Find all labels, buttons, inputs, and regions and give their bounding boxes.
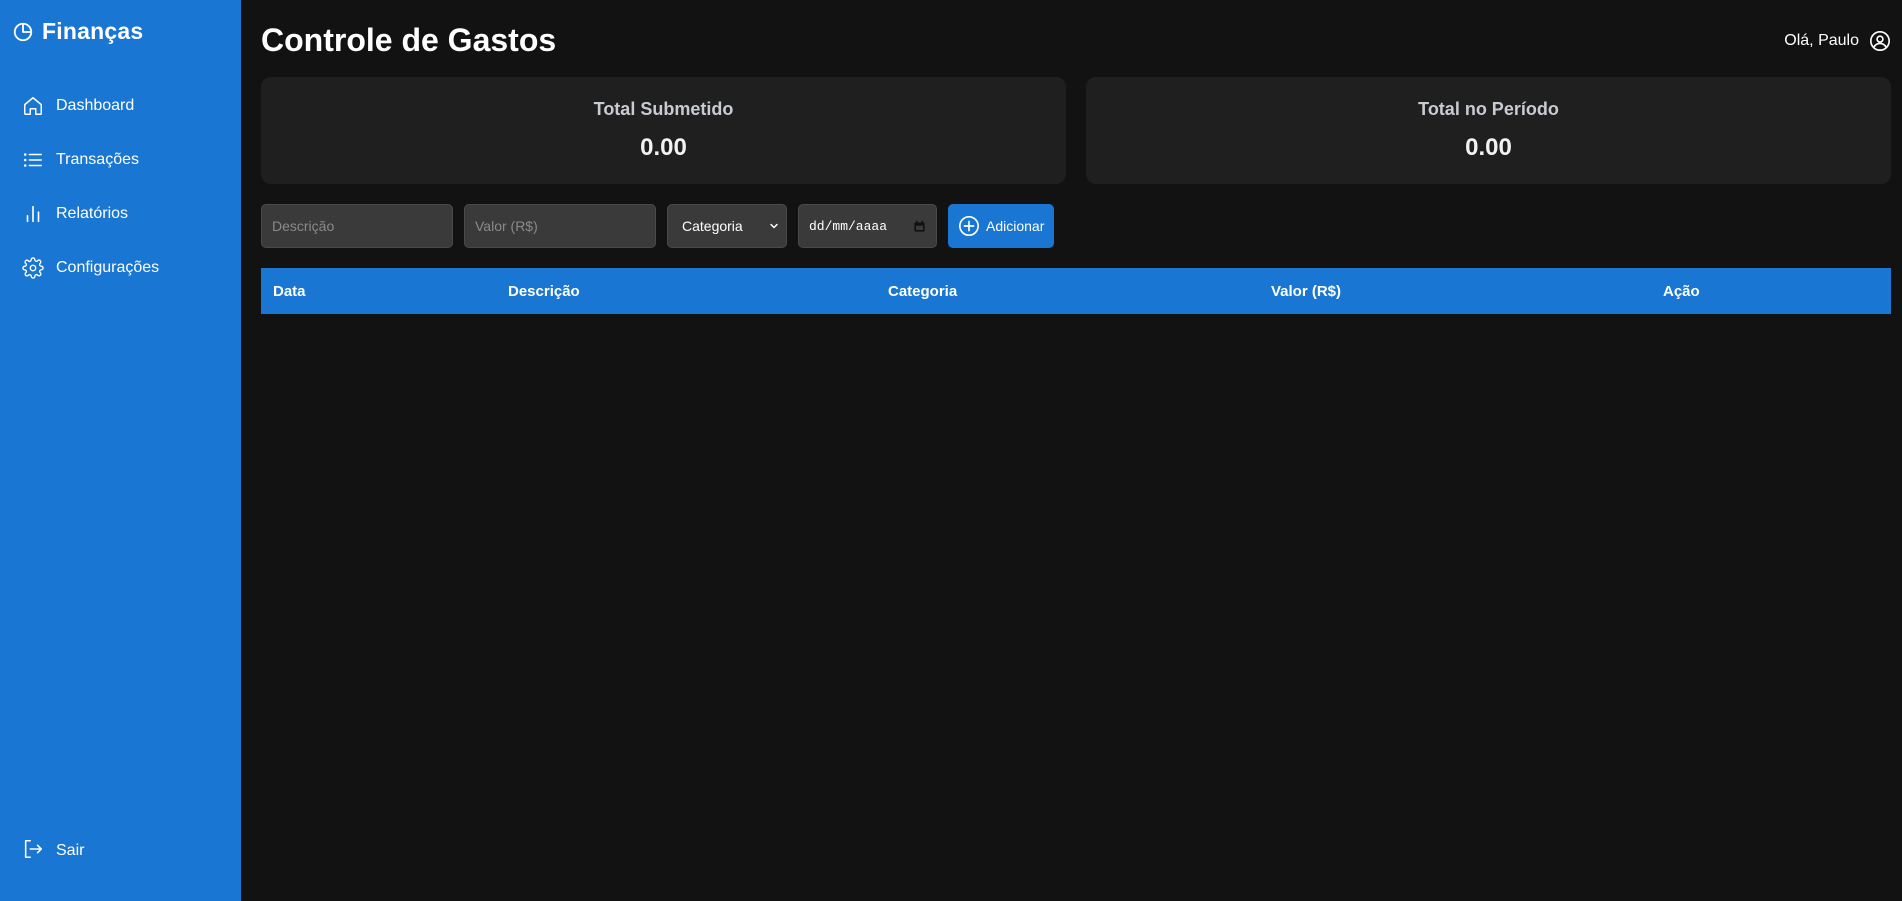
bar-chart-icon bbox=[22, 203, 44, 225]
date-input[interactable]: dd/mm/aaaa bbox=[798, 204, 937, 248]
main-content: Controle de Gastos Olá, Paulo Total Subm… bbox=[241, 0, 1902, 901]
sidebar-item-relatorios[interactable]: Relatórios bbox=[0, 187, 241, 241]
logout-label: Sair bbox=[56, 842, 85, 859]
brand: Finanças bbox=[0, 18, 241, 45]
sidebar-item-configuracoes[interactable]: Configurações bbox=[0, 241, 241, 295]
chevron-down-icon bbox=[768, 220, 780, 232]
column-header-categoria[interactable]: Categoria bbox=[876, 283, 1259, 300]
sidebar-item-label: Relatórios bbox=[56, 205, 129, 222]
column-header-data[interactable]: Data bbox=[261, 283, 496, 300]
summary-cards: Total Submetido 0.00 Total no Período 0.… bbox=[261, 77, 1891, 184]
transactions-table: Data Descrição Categoria Valor (R$) Ação bbox=[261, 268, 1891, 314]
column-header-valor[interactable]: Valor (R$) bbox=[1259, 283, 1651, 300]
date-placeholder: dd/mm/aaaa bbox=[809, 218, 888, 234]
sidebar: Finanças Dashboard Transações Relatórios… bbox=[0, 0, 241, 901]
sidebar-item-dashboard[interactable]: Dashboard bbox=[0, 79, 241, 133]
card-value: 0.00 bbox=[1465, 134, 1512, 161]
categoria-select[interactable]: Categoria bbox=[667, 204, 787, 248]
page-title: Controle de Gastos bbox=[261, 22, 557, 58]
logout-button[interactable]: Sair bbox=[0, 831, 241, 871]
sidebar-item-label: Transações bbox=[56, 151, 139, 168]
sidebar-item-label: Configurações bbox=[56, 259, 160, 276]
card-title: Total Submetido bbox=[593, 99, 734, 119]
valor-input[interactable] bbox=[464, 204, 656, 248]
card-title: Total no Período bbox=[1418, 99, 1559, 119]
user-menu[interactable]: Olá, Paulo bbox=[1784, 30, 1891, 52]
pie-chart-icon bbox=[12, 21, 34, 43]
add-button[interactable]: Adicionar bbox=[948, 204, 1055, 248]
plus-circle-icon bbox=[958, 215, 980, 237]
add-expense-form: Categoria dd/mm/aaaa bbox=[261, 204, 1891, 248]
topbar: Controle de Gastos Olá, Paulo bbox=[261, 22, 1891, 59]
gear-icon bbox=[22, 257, 44, 279]
card-value: 0.00 bbox=[640, 134, 687, 161]
column-header-descricao[interactable]: Descrição bbox=[496, 283, 876, 300]
sidebar-item-transacoes[interactable]: Transações bbox=[0, 133, 241, 187]
column-header-acao: Ação bbox=[1663, 282, 1700, 300]
logout-icon bbox=[22, 838, 44, 865]
home-icon bbox=[22, 95, 44, 117]
user-greeting: Olá, Paulo bbox=[1784, 31, 1859, 49]
total-submetido-card: Total Submetido 0.00 bbox=[261, 77, 1066, 184]
app-root: Finanças Dashboard Transações Relatórios… bbox=[0, 0, 1902, 901]
add-button-label: Adicionar bbox=[986, 218, 1045, 234]
calendar-icon[interactable] bbox=[913, 220, 926, 233]
user-account-icon bbox=[1869, 30, 1891, 52]
sidebar-item-label: Dashboard bbox=[56, 97, 135, 114]
table-header: Data Descrição Categoria Valor (R$) Ação bbox=[261, 268, 1891, 314]
list-icon bbox=[22, 149, 44, 171]
categoria-selected-value: Categoria bbox=[682, 218, 743, 234]
total-periodo-card: Total no Período 0.00 bbox=[1086, 77, 1891, 184]
descricao-input[interactable] bbox=[261, 204, 453, 248]
brand-title: Finanças bbox=[42, 18, 144, 44]
